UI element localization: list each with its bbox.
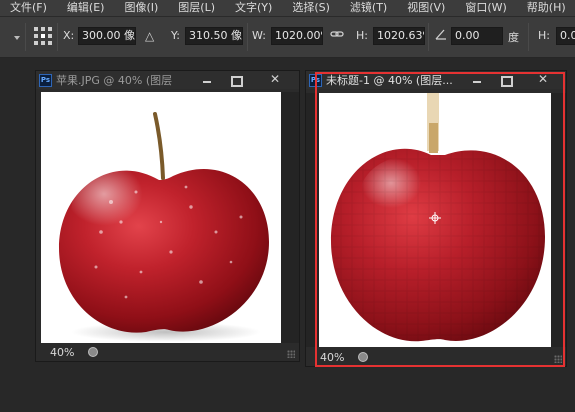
menu-filter[interactable]: 滤镜(T) — [350, 0, 387, 16]
options-divider — [247, 23, 248, 51]
document-title: 未标题-1 @ 40% (图层... — [326, 74, 453, 87]
h-skew-label: H: — [538, 29, 550, 42]
document-titlebar[interactable]: Ps 苹果.JPG @ 40% (图层 ✕ — [36, 71, 299, 89]
document-statusbar: 40% — [36, 343, 299, 361]
height-scale-input[interactable]: 1020.63% — [373, 27, 425, 45]
menu-file[interactable]: 文件(F) — [10, 0, 47, 16]
relative-position-icon[interactable]: △ — [145, 28, 154, 44]
resize-grip-icon[interactable] — [554, 355, 562, 363]
options-divider — [428, 23, 429, 51]
minimize-button[interactable] — [196, 72, 218, 87]
document-titlebar[interactable]: Ps 未标题-1 @ 40% (图层... ✕ — [306, 71, 566, 89]
document-title: 苹果.JPG @ 40% (图层 — [56, 74, 173, 87]
image-canvas[interactable] — [41, 92, 281, 344]
menu-edit[interactable]: 编辑(E) — [67, 0, 105, 16]
menu-bar: 文件(F) 编辑(E) 图像(I) 图层(L) 文字(Y) 选择(S) 滤镜(T… — [0, 0, 575, 16]
h-label: H: — [356, 29, 368, 42]
width-scale-input[interactable]: 1020.00% — [271, 27, 323, 45]
apple-image — [59, 112, 269, 342]
menu-help[interactable]: 帮助(H) — [527, 0, 566, 16]
document-info-icon[interactable] — [88, 347, 99, 357]
zoom-level[interactable]: 40% — [320, 351, 344, 364]
close-button[interactable]: ✕ — [532, 72, 554, 87]
options-divider — [25, 23, 26, 51]
document-statusbar: 40% — [306, 348, 566, 366]
photoshop-icon: Ps — [309, 73, 322, 87]
zoom-level[interactable]: 40% — [50, 346, 74, 359]
close-button[interactable]: ✕ — [264, 72, 286, 87]
document-info-icon[interactable] — [358, 352, 369, 362]
options-divider — [528, 23, 529, 51]
maximize-button[interactable] — [224, 72, 246, 87]
image-canvas[interactable] — [319, 93, 551, 347]
menu-layer[interactable]: 图层(L) — [178, 0, 215, 16]
menu-image[interactable]: 图像(I) — [124, 0, 158, 16]
w-label: W: — [252, 29, 266, 42]
reference-point-icon[interactable] — [33, 26, 53, 46]
angle-icon — [434, 27, 448, 45]
minimize-button[interactable] — [466, 72, 488, 87]
link-icon[interactable] — [330, 27, 344, 45]
x-label: X: — [63, 29, 75, 42]
y-position-input[interactable]: 310.50 像 — [185, 27, 243, 45]
document-window-apple[interactable]: Ps 苹果.JPG @ 40% (图层 ✕ 40% — [35, 70, 300, 362]
h-skew-input[interactable]: 0.00 — [556, 27, 575, 45]
tool-preset-dropdown[interactable] — [4, 25, 20, 51]
maximize-button[interactable] — [494, 72, 516, 87]
options-bar: X: 300.00 像 △ Y: 310.50 像 W: 1020.00% H:… — [0, 16, 575, 58]
rotation-input[interactable]: 0.00 — [451, 27, 503, 45]
x-position-input[interactable]: 300.00 像 — [78, 27, 136, 45]
document-window-untitled[interactable]: Ps 未标题-1 @ 40% (图层... ✕ 40% — [305, 70, 567, 367]
pixelated-apple-image — [331, 93, 545, 342]
menu-view[interactable]: 视图(V) — [407, 0, 445, 16]
canvas-pasteboard — [551, 93, 566, 347]
y-label: Y: — [171, 29, 180, 42]
canvas-pasteboard — [281, 92, 299, 344]
options-divider — [57, 23, 58, 51]
menu-type[interactable]: 文字(Y) — [235, 0, 272, 16]
menu-window[interactable]: 窗口(W) — [465, 0, 506, 16]
photoshop-icon: Ps — [39, 73, 52, 87]
resize-grip-icon[interactable] — [287, 350, 295, 358]
menu-select[interactable]: 选择(S) — [292, 0, 330, 16]
degree-unit: 度 — [508, 31, 519, 44]
canvas-pasteboard — [306, 93, 319, 347]
